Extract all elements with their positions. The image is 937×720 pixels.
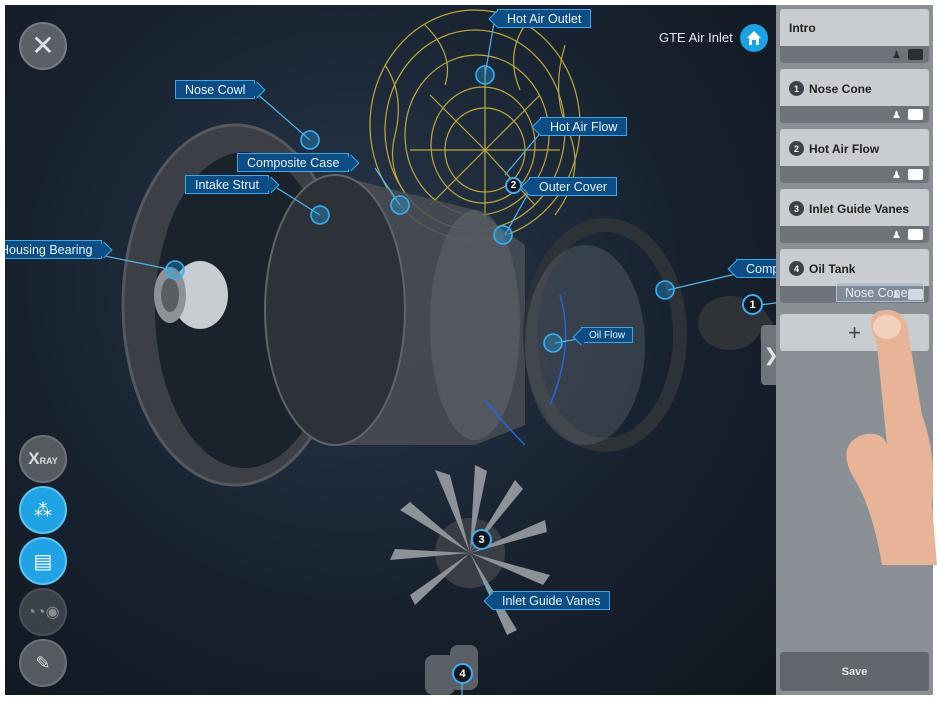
engine-model[interactable] — [5, 5, 776, 695]
label-compressor[interactable]: Compressor — [736, 259, 776, 278]
card-label: 1 Nose Cone — [789, 81, 872, 96]
video-icon[interactable] — [908, 49, 923, 60]
label-nose-cowl[interactable]: Nose Cowl — [175, 80, 256, 99]
card-hot-air-flow[interactable]: 2 Hot Air Flow ♟ — [780, 129, 929, 183]
label-outer-cover[interactable]: Outer Cover — [529, 177, 618, 196]
draw-button[interactable]: ✎ — [19, 639, 67, 687]
explode-button[interactable]: ⁂ — [19, 486, 67, 534]
marker-1[interactable]: 1 — [742, 294, 763, 315]
narration-icon[interactable]: ♟ — [892, 50, 901, 61]
card-label: 3 Inlet Guide Vanes — [789, 201, 909, 216]
marker-3[interactable]: 3 — [471, 529, 492, 550]
card-label: Intro — [789, 21, 816, 35]
layers-icon: ◔◔◉ — [26, 604, 60, 621]
card-toolbar: ♟ — [780, 166, 929, 183]
home-icon — [747, 31, 761, 45]
card-label: 2 Hot Air Flow — [789, 141, 879, 156]
label-oil-flow[interactable]: Oil Flow — [581, 327, 634, 343]
finger-image — [846, 310, 937, 565]
home-button[interactable] — [740, 24, 768, 52]
label-hot-air-outlet[interactable]: Hot Air Outlet — [497, 9, 592, 28]
video-icon[interactable] — [908, 169, 923, 180]
card-toolbar: ♟ — [780, 46, 929, 63]
dragged-label-nose-cone[interactable]: Nose Cone — [836, 282, 924, 302]
marker-4[interactable]: 4 — [452, 663, 473, 684]
card-nose-cone[interactable]: 1 Nose Cone ♟ — [780, 69, 929, 123]
pen-icon: ✎ — [35, 652, 51, 673]
close-icon: ✕ — [31, 30, 55, 61]
sidebar-toggle[interactable]: ❯ — [761, 325, 776, 385]
label-composite-case[interactable]: Composite Case — [237, 153, 350, 172]
narration-icon[interactable]: ♟ — [892, 110, 901, 121]
label-housing-bearing[interactable]: Housing Bearing — [5, 240, 103, 259]
card-inlet-guide-vanes[interactable]: 3 Inlet Guide Vanes ♟ — [780, 189, 929, 243]
video-icon[interactable] — [908, 109, 923, 120]
card-toolbar: ♟ — [780, 106, 929, 123]
3d-viewport[interactable]: 1 2 3 4 Nose Cowl Composite Case Intake … — [5, 5, 776, 695]
housing-bearing-shape — [154, 261, 228, 329]
label-hot-air-flow[interactable]: Hot Air Flow — [540, 117, 628, 136]
card-intro[interactable]: Intro ♟ — [780, 9, 929, 63]
page-title: GTE Air Inlet — [659, 30, 733, 45]
narration-icon[interactable]: ♟ — [892, 230, 901, 241]
chevron-right-icon: ❯ — [763, 345, 776, 366]
xray-button[interactable]: XRAY — [19, 435, 67, 483]
narration-icon[interactable]: ♟ — [892, 170, 901, 181]
labels-button[interactable]: ▤ — [19, 537, 67, 585]
xray-icon: XRAY — [28, 449, 58, 468]
label-intake-strut[interactable]: Intake Strut — [185, 175, 269, 194]
marker-2[interactable]: 2 — [505, 177, 522, 194]
close-button[interactable]: ✕ — [19, 22, 67, 70]
card-toolbar: ♟ — [780, 226, 929, 243]
video-icon[interactable] — [908, 229, 923, 240]
layers-button[interactable]: ◔◔◉ — [19, 588, 67, 636]
explode-icon: ⁂ — [34, 499, 52, 520]
save-button[interactable]: Save — [780, 652, 929, 691]
card-label: 4 Oil Tank — [789, 261, 855, 276]
chat-bubble-icon: ▤ — [33, 550, 53, 573]
label-inlet-guide-vanes[interactable]: Inlet Guide Vanes — [492, 591, 611, 610]
